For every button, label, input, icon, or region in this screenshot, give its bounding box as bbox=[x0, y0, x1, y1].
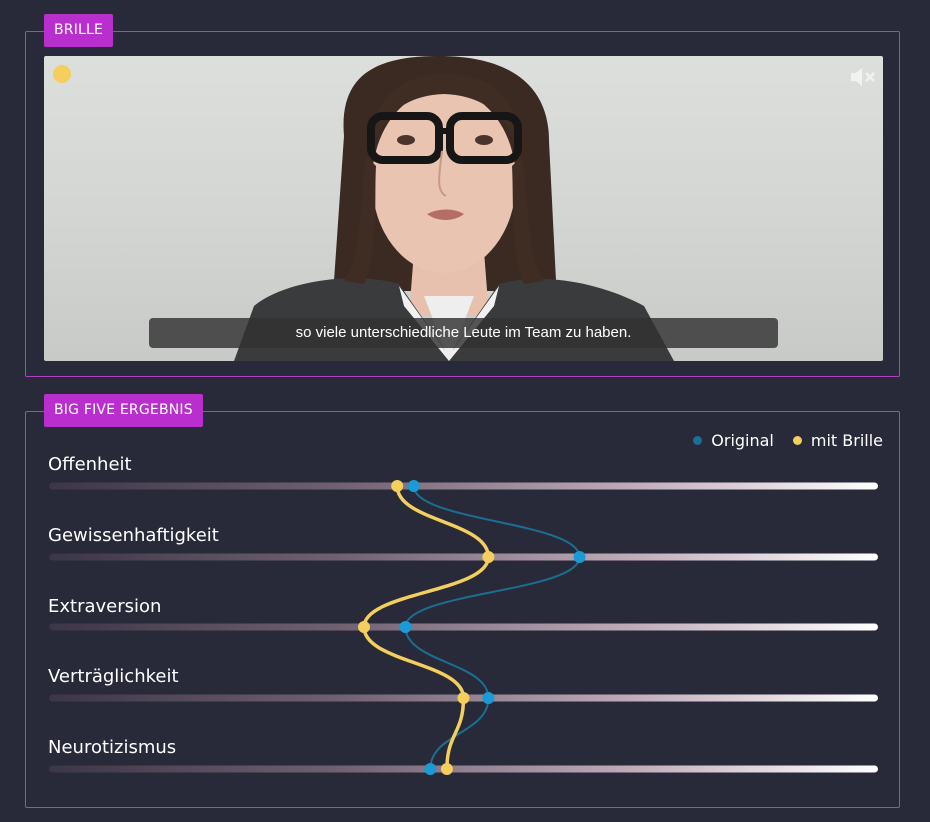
data-point-brille bbox=[358, 621, 371, 633]
data-point-original bbox=[399, 621, 412, 633]
trait-track bbox=[49, 553, 878, 561]
trait-track bbox=[49, 482, 878, 490]
speaker-muted-icon[interactable] bbox=[849, 66, 877, 88]
data-point-brille bbox=[482, 551, 495, 563]
video-panel: BRILLE so viele unterschiedliche Leute i… bbox=[25, 14, 900, 377]
video-panel-title: BRILLE bbox=[44, 14, 114, 47]
video-player[interactable]: so viele unterschiedliche Leute im Team … bbox=[44, 56, 883, 361]
trait-track bbox=[49, 623, 878, 631]
recording-indicator bbox=[53, 65, 71, 83]
data-point-original bbox=[573, 551, 586, 563]
bigfive-chart bbox=[49, 480, 878, 775]
video-subtitle: so viele unterschiedliche Leute im Team … bbox=[149, 318, 778, 348]
data-point-original bbox=[407, 480, 420, 492]
data-point-original bbox=[424, 763, 437, 775]
data-point-original bbox=[482, 692, 495, 704]
bigfive-panel: BIG FIVE ERGEBNIS Original mit Brille Of… bbox=[25, 394, 900, 808]
data-point-brille bbox=[440, 763, 453, 775]
data-point-brille bbox=[457, 692, 470, 704]
data-point-brille bbox=[391, 480, 404, 492]
video-frame bbox=[234, 56, 674, 361]
trait-track bbox=[49, 765, 878, 773]
